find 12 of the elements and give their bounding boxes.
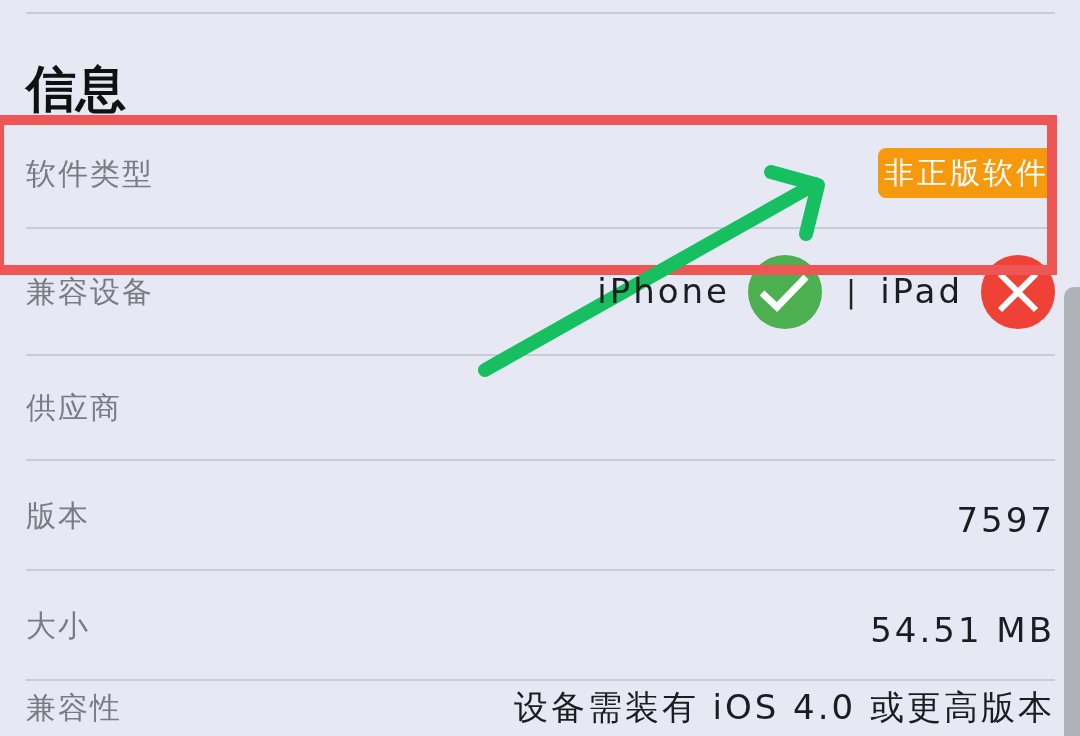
- device-name: iPad: [880, 270, 963, 313]
- row-value: 设备需装有 iOS 4.0 或更高版本: [513, 685, 1055, 729]
- row-label: 大小: [26, 606, 90, 645]
- row-label: 兼容性: [26, 688, 122, 727]
- row-label: 软件类型: [26, 154, 154, 193]
- section-title: 信息: [26, 59, 126, 119]
- row-label: 兼容设备: [26, 273, 154, 311]
- row-label: 版本: [26, 496, 90, 535]
- row-label: 供应商: [26, 389, 122, 427]
- row-value: 54.51 MB: [870, 608, 1055, 652]
- row-value: 7597: [956, 498, 1055, 542]
- separator-text: |: [846, 273, 857, 312]
